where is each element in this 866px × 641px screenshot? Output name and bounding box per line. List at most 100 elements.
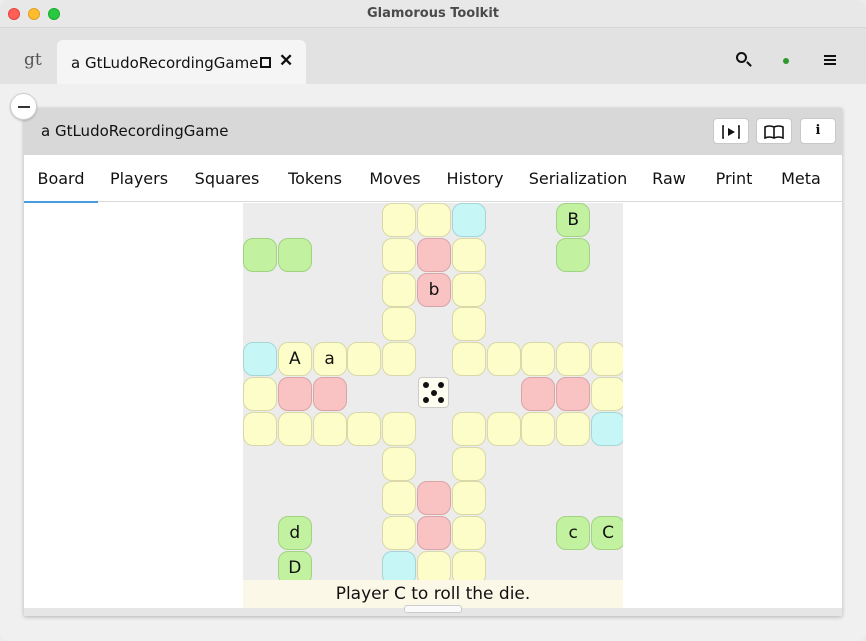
- ludo-board: Bb Aa d c C D: [243, 203, 623, 608]
- tab-players[interactable]: Players: [98, 155, 180, 202]
- play-inspect-button[interactable]: [713, 118, 749, 144]
- board-square[interactable]: [451, 307, 486, 342]
- board-square[interactable]: [417, 203, 451, 237]
- token-B[interactable]: B: [556, 203, 591, 237]
- die[interactable]: [418, 377, 449, 408]
- maximize-tab-icon[interactable]: [260, 57, 271, 68]
- board-square[interactable]: [556, 377, 591, 411]
- token-label: a: [324, 349, 335, 370]
- info-button[interactable]: i: [800, 118, 836, 144]
- tab-tokens[interactable]: Tokens: [276, 155, 354, 202]
- token-d[interactable]: d: [277, 516, 312, 551]
- board-square[interactable]: [382, 516, 417, 551]
- token-label: A: [288, 349, 301, 370]
- board-square[interactable]: [417, 516, 451, 551]
- board-square[interactable]: [243, 411, 277, 446]
- board-square[interactable]: [312, 377, 347, 411]
- gt-logo[interactable]: gt: [24, 50, 42, 70]
- board-square[interactable]: [521, 377, 556, 411]
- board-square[interactable]: [382, 203, 417, 237]
- board-square[interactable]: [556, 342, 591, 377]
- board-square[interactable]: [451, 237, 486, 272]
- menu-icon[interactable]: [824, 55, 836, 65]
- board-square[interactable]: [277, 237, 312, 272]
- board-square[interactable]: [556, 411, 591, 446]
- board-square[interactable]: [591, 411, 623, 446]
- view-tabs: Board Players Squares Tokens Moves Histo…: [24, 155, 842, 203]
- board-square[interactable]: [243, 377, 277, 411]
- board-square[interactable]: [451, 411, 486, 446]
- window-title: Glamorous Toolkit: [366, 6, 499, 21]
- board-square[interactable]: [451, 481, 486, 516]
- board-square[interactable]: [417, 481, 451, 516]
- resize-grip[interactable]: [404, 605, 462, 613]
- token-C[interactable]: C: [591, 516, 623, 551]
- close-tab-icon[interactable]: ✕: [279, 51, 293, 71]
- die-pip: [430, 389, 437, 396]
- token-A[interactable]: A: [277, 342, 312, 377]
- tab-board[interactable]: Board: [24, 155, 98, 203]
- board-square[interactable]: [277, 377, 312, 411]
- token-label: D: [288, 558, 302, 578]
- die-pip: [423, 382, 429, 388]
- tab-serialization[interactable]: Serialization: [522, 155, 634, 202]
- board-square[interactable]: [521, 411, 556, 446]
- search-icon[interactable]: [736, 52, 747, 63]
- tab-squares[interactable]: Squares: [187, 155, 267, 202]
- documentation-button[interactable]: [756, 118, 792, 144]
- title-bar: Glamorous Toolkit: [0, 0, 866, 28]
- token-label: d: [289, 523, 301, 544]
- board-square[interactable]: [486, 411, 521, 446]
- board-square[interactable]: [243, 237, 277, 272]
- board-square[interactable]: [451, 342, 486, 377]
- board-square[interactable]: [382, 307, 417, 342]
- inspector-pane: a GtLudoRecordingGame i Board Players Sq…: [24, 108, 842, 616]
- board-square[interactable]: [521, 342, 556, 377]
- board-square[interactable]: [347, 411, 382, 446]
- tab-meta[interactable]: Meta: [776, 155, 826, 202]
- board-square[interactable]: [243, 342, 277, 377]
- token-c[interactable]: c: [556, 516, 591, 551]
- board-square[interactable]: [382, 342, 417, 377]
- app-window: Glamorous Toolkit gt a GtLudoRecordingGa…: [0, 0, 866, 641]
- die-pip: [438, 382, 444, 388]
- board-square[interactable]: [451, 516, 486, 551]
- board-square[interactable]: [382, 237, 417, 272]
- info-icon: i: [815, 123, 821, 138]
- token-b[interactable]: b: [417, 272, 451, 307]
- status-dot-icon: [783, 58, 789, 64]
- token-label: B: [567, 210, 580, 230]
- collapse-button[interactable]: [10, 93, 37, 120]
- board-square[interactable]: [591, 342, 623, 377]
- tab-moves[interactable]: Moves: [360, 155, 430, 202]
- status-message: Player C to roll the die.: [243, 580, 623, 608]
- tab-print[interactable]: Print: [706, 155, 762, 202]
- board-square[interactable]: [382, 446, 417, 481]
- tab-bar: gt a GtLudoRecordingGame ✕: [0, 28, 866, 84]
- book-icon: [764, 125, 784, 140]
- board-square[interactable]: [382, 272, 417, 307]
- board-square[interactable]: [382, 481, 417, 516]
- token-label: C: [602, 523, 614, 544]
- board-square[interactable]: [556, 237, 591, 272]
- play-inspect-icon: [722, 125, 740, 139]
- board-square[interactable]: [486, 342, 521, 377]
- board-square[interactable]: [312, 411, 347, 446]
- board-square[interactable]: [347, 342, 382, 377]
- board-square[interactable]: [451, 272, 486, 307]
- board-square[interactable]: [417, 237, 451, 272]
- token-label: c: [568, 523, 578, 544]
- token-label: b: [428, 279, 440, 300]
- tab-history[interactable]: History: [438, 155, 512, 202]
- board-square[interactable]: [591, 377, 623, 411]
- tab-label: a GtLudoRecordingGame: [71, 54, 259, 72]
- board-square[interactable]: [382, 411, 417, 446]
- inspector-header: a GtLudoRecordingGame i: [24, 108, 842, 155]
- token-a[interactable]: a: [312, 342, 347, 377]
- tab-raw[interactable]: Raw: [644, 155, 694, 202]
- board-square[interactable]: [451, 203, 486, 237]
- board-square[interactable]: [277, 411, 312, 446]
- die-pip: [423, 397, 429, 403]
- tab-gtludo-recording-game[interactable]: a GtLudoRecordingGame ✕: [57, 40, 306, 84]
- board-square[interactable]: [451, 446, 486, 481]
